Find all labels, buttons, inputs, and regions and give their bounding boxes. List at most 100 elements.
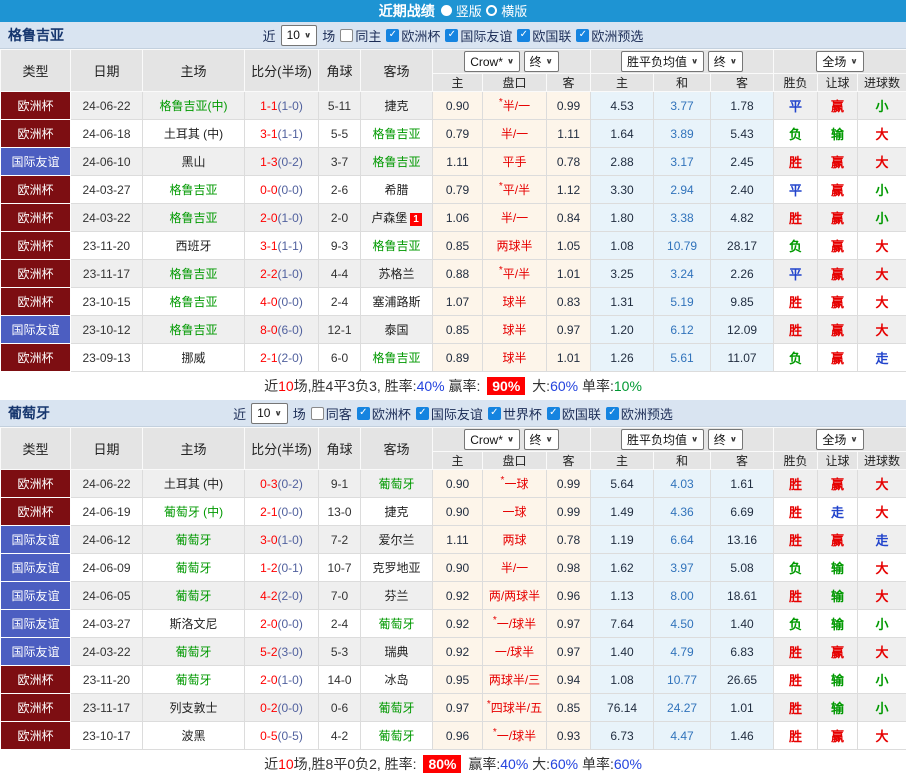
same-venue-label: 同主 — [355, 26, 381, 45]
sub-handicap: 盘口 — [483, 74, 547, 92]
handicap: 球半 — [483, 316, 547, 344]
result-goals: 小 — [858, 92, 906, 120]
match-date: 24-06-05 — [71, 582, 143, 610]
odds-source-select[interactable]: Crow*∨ — [464, 429, 520, 450]
competition-label: 欧国联 — [562, 404, 601, 423]
avg-stage-select[interactable]: 终∨ — [708, 51, 743, 72]
section-header-georgia: 格鲁吉亚 近 10∨ 场 同主 ✓ 欧洲杯 ✓ 国际友谊 — [0, 22, 906, 49]
home-team: 葡萄牙 (中) — [143, 498, 245, 526]
away-odds: 0.84 — [547, 204, 591, 232]
chevron-down-icon: ∨ — [730, 57, 737, 66]
home-team: 葡萄牙 — [143, 638, 245, 666]
competition-checkbox[interactable]: ✓ 欧洲杯 — [357, 404, 411, 423]
avg-stage-select[interactable]: 终∨ — [708, 429, 743, 450]
away-odds: 1.01 — [547, 344, 591, 372]
corner-score: 7-0 — [319, 582, 361, 610]
competition-checkbox[interactable]: ✓ 欧国联 — [517, 26, 571, 45]
competition-checkbox[interactable]: ✓ 欧洲预选 — [576, 26, 643, 45]
radio-icon[interactable] — [441, 5, 452, 16]
odds-stage-select[interactable]: 终∨ — [524, 51, 559, 72]
checkbox-checked-icon[interactable]: ✓ — [445, 29, 458, 42]
checkbox-checked-icon[interactable]: ✓ — [386, 29, 399, 42]
scope-select[interactable]: 全场∨ — [816, 429, 863, 450]
competition-label: 世界杯 — [503, 404, 542, 423]
checkbox-checked-icon[interactable]: ✓ — [416, 407, 429, 420]
table-row: 欧洲杯 23-10-17 波黑 0-5(0-5) 4-2 葡萄牙 0.96 *一… — [1, 722, 906, 750]
match-type-badge: 欧洲杯 — [1, 120, 71, 148]
competition-checkbox[interactable]: ✓ 欧洲预选 — [606, 404, 673, 423]
avg-draw-odds: 4.03 — [654, 470, 711, 498]
handicap: 两/两球半 — [483, 582, 547, 610]
odds-source-select[interactable]: Crow*∨ — [464, 51, 520, 72]
result-wdl: 胜 — [774, 316, 818, 344]
corner-score: 2-0 — [319, 204, 361, 232]
avg-home-odds: 1.13 — [591, 582, 654, 610]
competition-checkbox[interactable]: ✓ 欧洲杯 — [386, 26, 440, 45]
home-odds: 0.90 — [433, 470, 483, 498]
layout-radio-option[interactable]: 竖版 — [441, 1, 482, 20]
home-odds: 0.92 — [433, 610, 483, 638]
competition-checkbox[interactable]: ✓ 国际友谊 — [445, 26, 512, 45]
handicap: *四球半/五 — [483, 694, 547, 722]
away-team: 芬兰 — [361, 582, 433, 610]
avg-home-odds: 3.30 — [591, 176, 654, 204]
avg-away-odds: 1.78 — [711, 92, 774, 120]
result-goals: 大 — [858, 316, 906, 344]
handicap: 球半 — [483, 344, 547, 372]
competition-checkbox[interactable]: ✓ 世界杯 — [488, 404, 542, 423]
avg-draw-odds: 3.77 — [654, 92, 711, 120]
match-date: 23-09-13 — [71, 344, 143, 372]
same-venue-checkbox[interactable]: 同主 — [340, 26, 381, 45]
away-odds: 0.99 — [547, 470, 591, 498]
chevron-down-icon: ∨ — [274, 408, 281, 417]
competition-checkbox[interactable]: ✓ 国际友谊 — [416, 404, 483, 423]
avg-home-odds: 3.25 — [591, 260, 654, 288]
layout-radio-group: 竖版 横版 — [441, 1, 527, 21]
competition-checkbox[interactable]: ✓ 欧国联 — [547, 404, 601, 423]
results-table-portugal: 类型 日期 主场 比分(半场) 角球 客场 Crow*∨ 终∨ 胜平负均值∨ 终… — [0, 427, 906, 750]
match-count-select[interactable]: 10∨ — [281, 25, 318, 46]
table-row: 欧洲杯 24-06-18 土耳其 (中) 3-1(1-1) 5-5 格鲁吉亚 0… — [1, 120, 906, 148]
avg-group-header: 胜平负均值∨ 终∨ — [591, 50, 774, 74]
summary-segment: 大: — [528, 376, 550, 396]
checkbox-icon[interactable] — [311, 407, 324, 420]
scope-select[interactable]: 全场∨ — [816, 51, 863, 72]
result-goals: 小 — [858, 176, 906, 204]
competition-label: 欧国联 — [532, 26, 571, 45]
away-team: 葡萄牙 — [361, 694, 433, 722]
table-row: 国际友谊 23-10-12 格鲁吉亚 8-0(6-0) 12-1 泰国 0.85… — [1, 316, 906, 344]
result-goals: 小 — [858, 694, 906, 722]
checkbox-checked-icon[interactable]: ✓ — [357, 407, 370, 420]
home-odds: 1.11 — [433, 148, 483, 176]
match-count-select[interactable]: 10∨ — [251, 403, 288, 424]
summary-segment: 10% — [614, 378, 642, 394]
checkbox-checked-icon[interactable]: ✓ — [547, 407, 560, 420]
sub-avg-draw: 和 — [654, 452, 711, 470]
away-team: 格鲁吉亚 — [361, 232, 433, 260]
avg-source-select[interactable]: 胜平负均值∨ — [621, 429, 704, 450]
same-venue-checkbox[interactable]: 同客 — [311, 404, 352, 423]
avg-away-odds: 6.69 — [711, 498, 774, 526]
avg-away-odds: 2.45 — [711, 148, 774, 176]
handicap: 一球 — [483, 498, 547, 526]
checkbox-checked-icon[interactable]: ✓ — [606, 407, 619, 420]
home-team: 格鲁吉亚 — [143, 316, 245, 344]
avg-source-select[interactable]: 胜平负均值∨ — [621, 51, 704, 72]
checkbox-checked-icon[interactable]: ✓ — [517, 29, 530, 42]
away-team: 葡萄牙 — [361, 610, 433, 638]
layout-radio-option[interactable]: 横版 — [486, 1, 527, 20]
home-odds: 0.90 — [433, 92, 483, 120]
checkbox-icon[interactable] — [340, 29, 353, 42]
checkbox-checked-icon[interactable]: ✓ — [576, 29, 589, 42]
checkbox-checked-icon[interactable]: ✓ — [488, 407, 501, 420]
match-score: 8-0(6-0) — [245, 316, 319, 344]
avg-away-odds: 28.17 — [711, 232, 774, 260]
result-handicap: 输 — [818, 666, 858, 694]
odds-stage-select[interactable]: 终∨ — [524, 429, 559, 450]
handicap: 半/一 — [483, 120, 547, 148]
avg-away-odds: 26.65 — [711, 666, 774, 694]
match-score: 2-0(1-0) — [245, 204, 319, 232]
match-date: 24-03-22 — [71, 204, 143, 232]
radio-icon[interactable] — [486, 5, 497, 16]
summary-segment: 近 — [264, 754, 278, 774]
